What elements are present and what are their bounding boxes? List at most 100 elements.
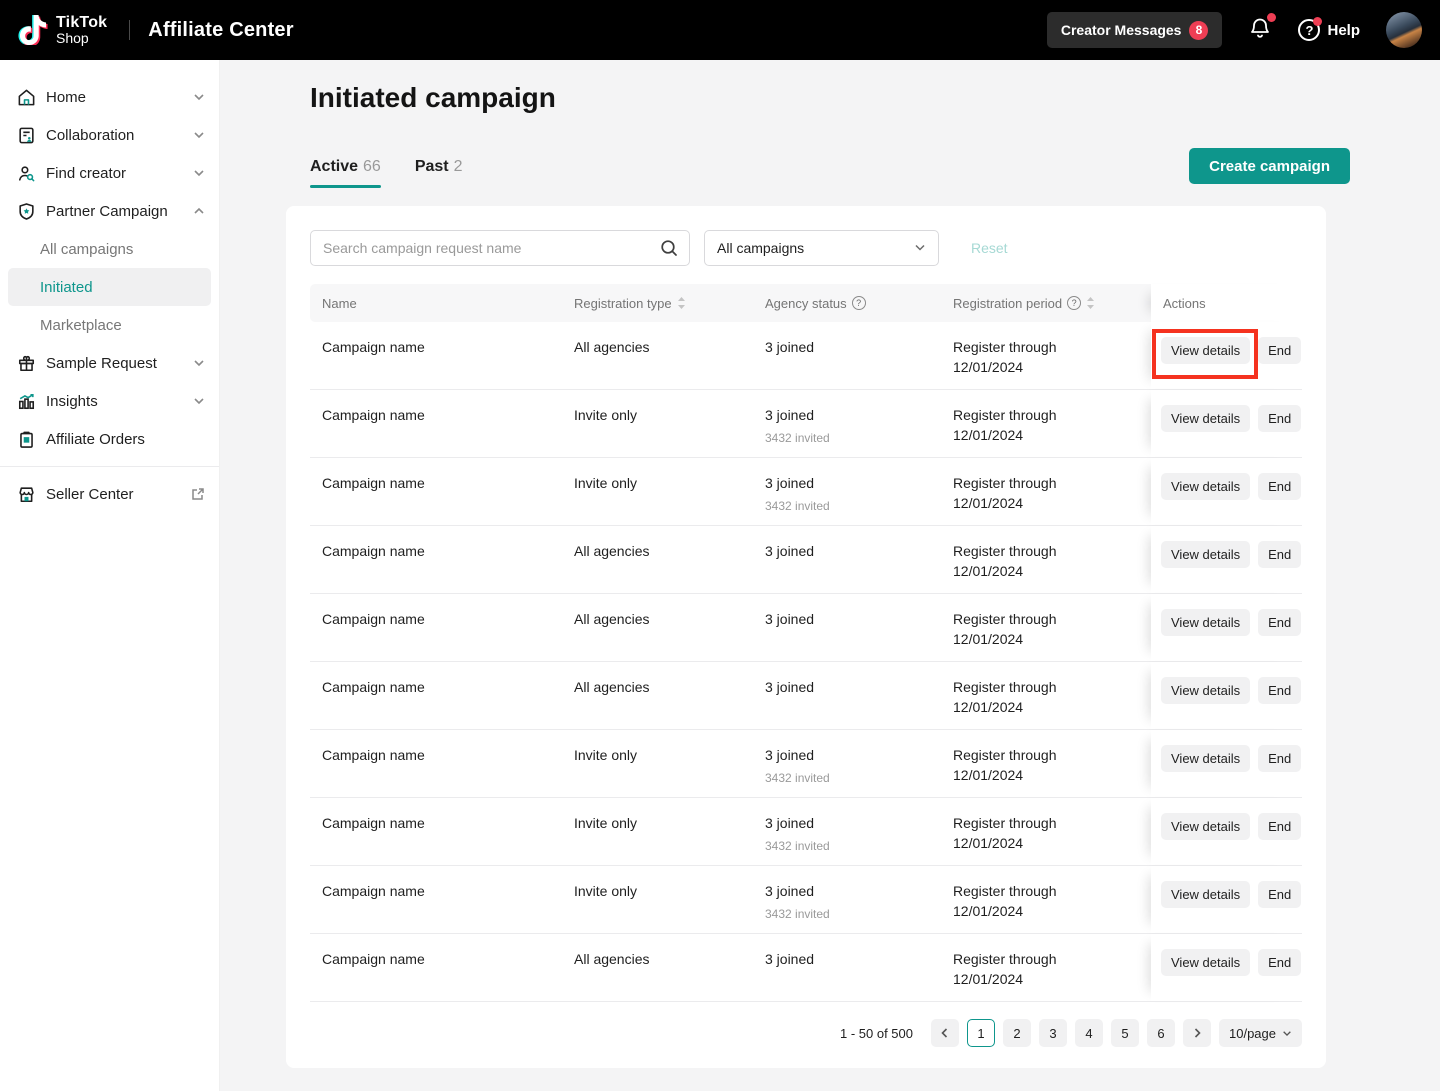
page-size-select[interactable]: 10/page xyxy=(1219,1019,1302,1047)
end-button[interactable]: End xyxy=(1258,337,1301,364)
search-icon[interactable] xyxy=(659,238,679,263)
cell-registration-type: All agencies xyxy=(562,934,753,1001)
end-button[interactable]: End xyxy=(1258,677,1301,704)
prev-page-button[interactable] xyxy=(931,1019,959,1047)
tiktok-shop-logo[interactable]: TikTok Shop xyxy=(18,15,107,46)
view-details-button[interactable]: View details xyxy=(1161,745,1250,772)
sidebar-item-seller-center[interactable]: Seller Center xyxy=(0,475,219,513)
chevron-down-icon xyxy=(193,395,205,407)
affiliate-orders-icon xyxy=(16,429,36,449)
end-button[interactable]: End xyxy=(1258,541,1301,568)
sidebar-sublabel: Marketplace xyxy=(40,317,122,334)
sidebar-item-all-campaigns[interactable]: All campaigns xyxy=(8,230,211,268)
search-input[interactable] xyxy=(310,230,690,266)
question-circle-icon[interactable]: ? xyxy=(852,296,866,310)
sort-icon[interactable] xyxy=(1086,297,1095,309)
table-row: Campaign name Invite only 3 joined3432 i… xyxy=(310,798,1302,866)
tiktok-note-icon xyxy=(18,15,48,45)
col-header-registration-type[interactable]: Registration type xyxy=(562,296,753,311)
next-page-button[interactable] xyxy=(1183,1019,1211,1047)
end-button[interactable]: End xyxy=(1258,609,1301,636)
end-button[interactable]: End xyxy=(1258,745,1301,772)
view-details-button[interactable]: View details xyxy=(1161,473,1250,500)
sidebar-item-marketplace[interactable]: Marketplace xyxy=(8,306,211,344)
end-button[interactable]: End xyxy=(1258,881,1301,908)
view-details-button[interactable]: View details xyxy=(1161,813,1250,840)
search-box xyxy=(310,230,690,266)
cell-agency-status: 3 joined xyxy=(753,662,941,729)
campaign-filter-value: All campaigns xyxy=(717,240,914,256)
cell-registration-type: Invite only xyxy=(562,798,753,865)
table-row: Campaign name Invite only 3 joined3432 i… xyxy=(310,730,1302,798)
end-button[interactable]: End xyxy=(1258,813,1301,840)
sidebar-item-sample-request[interactable]: Sample Request xyxy=(0,344,219,382)
find-creator-icon xyxy=(16,163,36,183)
cell-registration-type: All agencies xyxy=(562,662,753,729)
pagination: 1 - 50 of 500 1 2 3 4 5 6 10/page xyxy=(310,1018,1302,1048)
page-button-3[interactable]: 3 xyxy=(1039,1019,1067,1047)
table-row: Campaign name All agencies 3 joined Regi… xyxy=(310,662,1302,730)
sidebar-sublabel: All campaigns xyxy=(40,241,133,258)
view-details-button[interactable]: View details xyxy=(1161,609,1250,636)
view-details-button[interactable]: View details xyxy=(1161,405,1250,432)
sidebar-item-initiated[interactable]: Initiated xyxy=(8,268,211,306)
create-campaign-button[interactable]: Create campaign xyxy=(1189,148,1350,184)
cell-registration-period: Register through12/01/2024 xyxy=(941,526,1151,593)
table-row: Campaign name All agencies 3 joined Regi… xyxy=(310,526,1302,594)
cell-agency-status: 3 joined3432 invited xyxy=(753,390,941,457)
cell-name: Campaign name xyxy=(310,798,562,865)
sidebar-item-collaboration[interactable]: Collaboration xyxy=(0,116,219,154)
col-header-registration-period[interactable]: Registration period ? xyxy=(941,296,1151,311)
help-button[interactable]: ? Help xyxy=(1298,19,1360,41)
tab-active[interactable]: Active 66 xyxy=(310,158,381,188)
view-details-button[interactable]: View details xyxy=(1161,541,1250,568)
cell-name: Campaign name xyxy=(310,322,562,389)
sidebar-item-home[interactable]: Home xyxy=(0,78,219,116)
page-button-2[interactable]: 2 xyxy=(1003,1019,1031,1047)
cell-registration-type: All agencies xyxy=(562,322,753,389)
sort-icon[interactable] xyxy=(677,297,686,309)
avatar[interactable] xyxy=(1386,12,1422,48)
sidebar-item-partner-campaign[interactable]: Partner Campaign xyxy=(0,192,219,230)
view-details-button[interactable]: View details xyxy=(1161,337,1250,364)
pagination-summary: 1 - 50 of 500 xyxy=(840,1026,913,1041)
campaign-filter-select[interactable]: All campaigns xyxy=(704,230,939,266)
end-button[interactable]: End xyxy=(1258,949,1301,976)
tab-past[interactable]: Past 2 xyxy=(415,158,463,188)
sidebar-label: Seller Center xyxy=(46,486,191,503)
col-header-agency-status: Agency status ? xyxy=(753,296,941,311)
sidebar-item-insights[interactable]: Insights xyxy=(0,382,219,420)
creator-messages-label: Creator Messages xyxy=(1061,22,1182,38)
sidebar-sublabel: Initiated xyxy=(40,279,93,296)
sidebar-item-affiliate-orders[interactable]: Affiliate Orders xyxy=(0,420,219,458)
tab-active-count: 66 xyxy=(363,158,381,176)
view-details-button[interactable]: View details xyxy=(1161,881,1250,908)
cell-registration-period: Register through12/01/2024 xyxy=(941,866,1151,933)
page-button-4[interactable]: 4 xyxy=(1075,1019,1103,1047)
chevron-down-icon xyxy=(193,357,205,369)
table-row: Campaign name All agencies 3 joined Regi… xyxy=(310,594,1302,662)
table-row: Campaign name Invite only 3 joined3432 i… xyxy=(310,458,1302,526)
chevron-down-icon xyxy=(1282,1026,1292,1041)
page-button-5[interactable]: 5 xyxy=(1111,1019,1139,1047)
page-button-6[interactable]: 6 xyxy=(1147,1019,1175,1047)
cell-registration-type: Invite only xyxy=(562,458,753,525)
end-button[interactable]: End xyxy=(1258,405,1301,432)
view-details-button[interactable]: View details xyxy=(1161,949,1250,976)
cell-agency-status: 3 joined xyxy=(753,594,941,661)
end-button[interactable]: End xyxy=(1258,473,1301,500)
cell-registration-period: Register through12/01/2024 xyxy=(941,798,1151,865)
sidebar-label: Home xyxy=(46,89,193,106)
cell-agency-status: 3 joined xyxy=(753,934,941,1001)
view-details-button[interactable]: View details xyxy=(1161,677,1250,704)
notifications-button[interactable] xyxy=(1248,16,1272,45)
reset-filters-link[interactable]: Reset xyxy=(971,240,1008,256)
partner-campaign-icon xyxy=(16,201,36,221)
sidebar-label: Affiliate Orders xyxy=(46,431,205,448)
cell-actions: View details End xyxy=(1151,866,1302,933)
page-button-1[interactable]: 1 xyxy=(967,1019,995,1047)
col-header-name: Name xyxy=(310,296,562,311)
creator-messages-button[interactable]: Creator Messages 8 xyxy=(1047,12,1223,48)
sidebar-item-find-creator[interactable]: Find creator xyxy=(0,154,219,192)
question-circle-icon[interactable]: ? xyxy=(1067,296,1081,310)
